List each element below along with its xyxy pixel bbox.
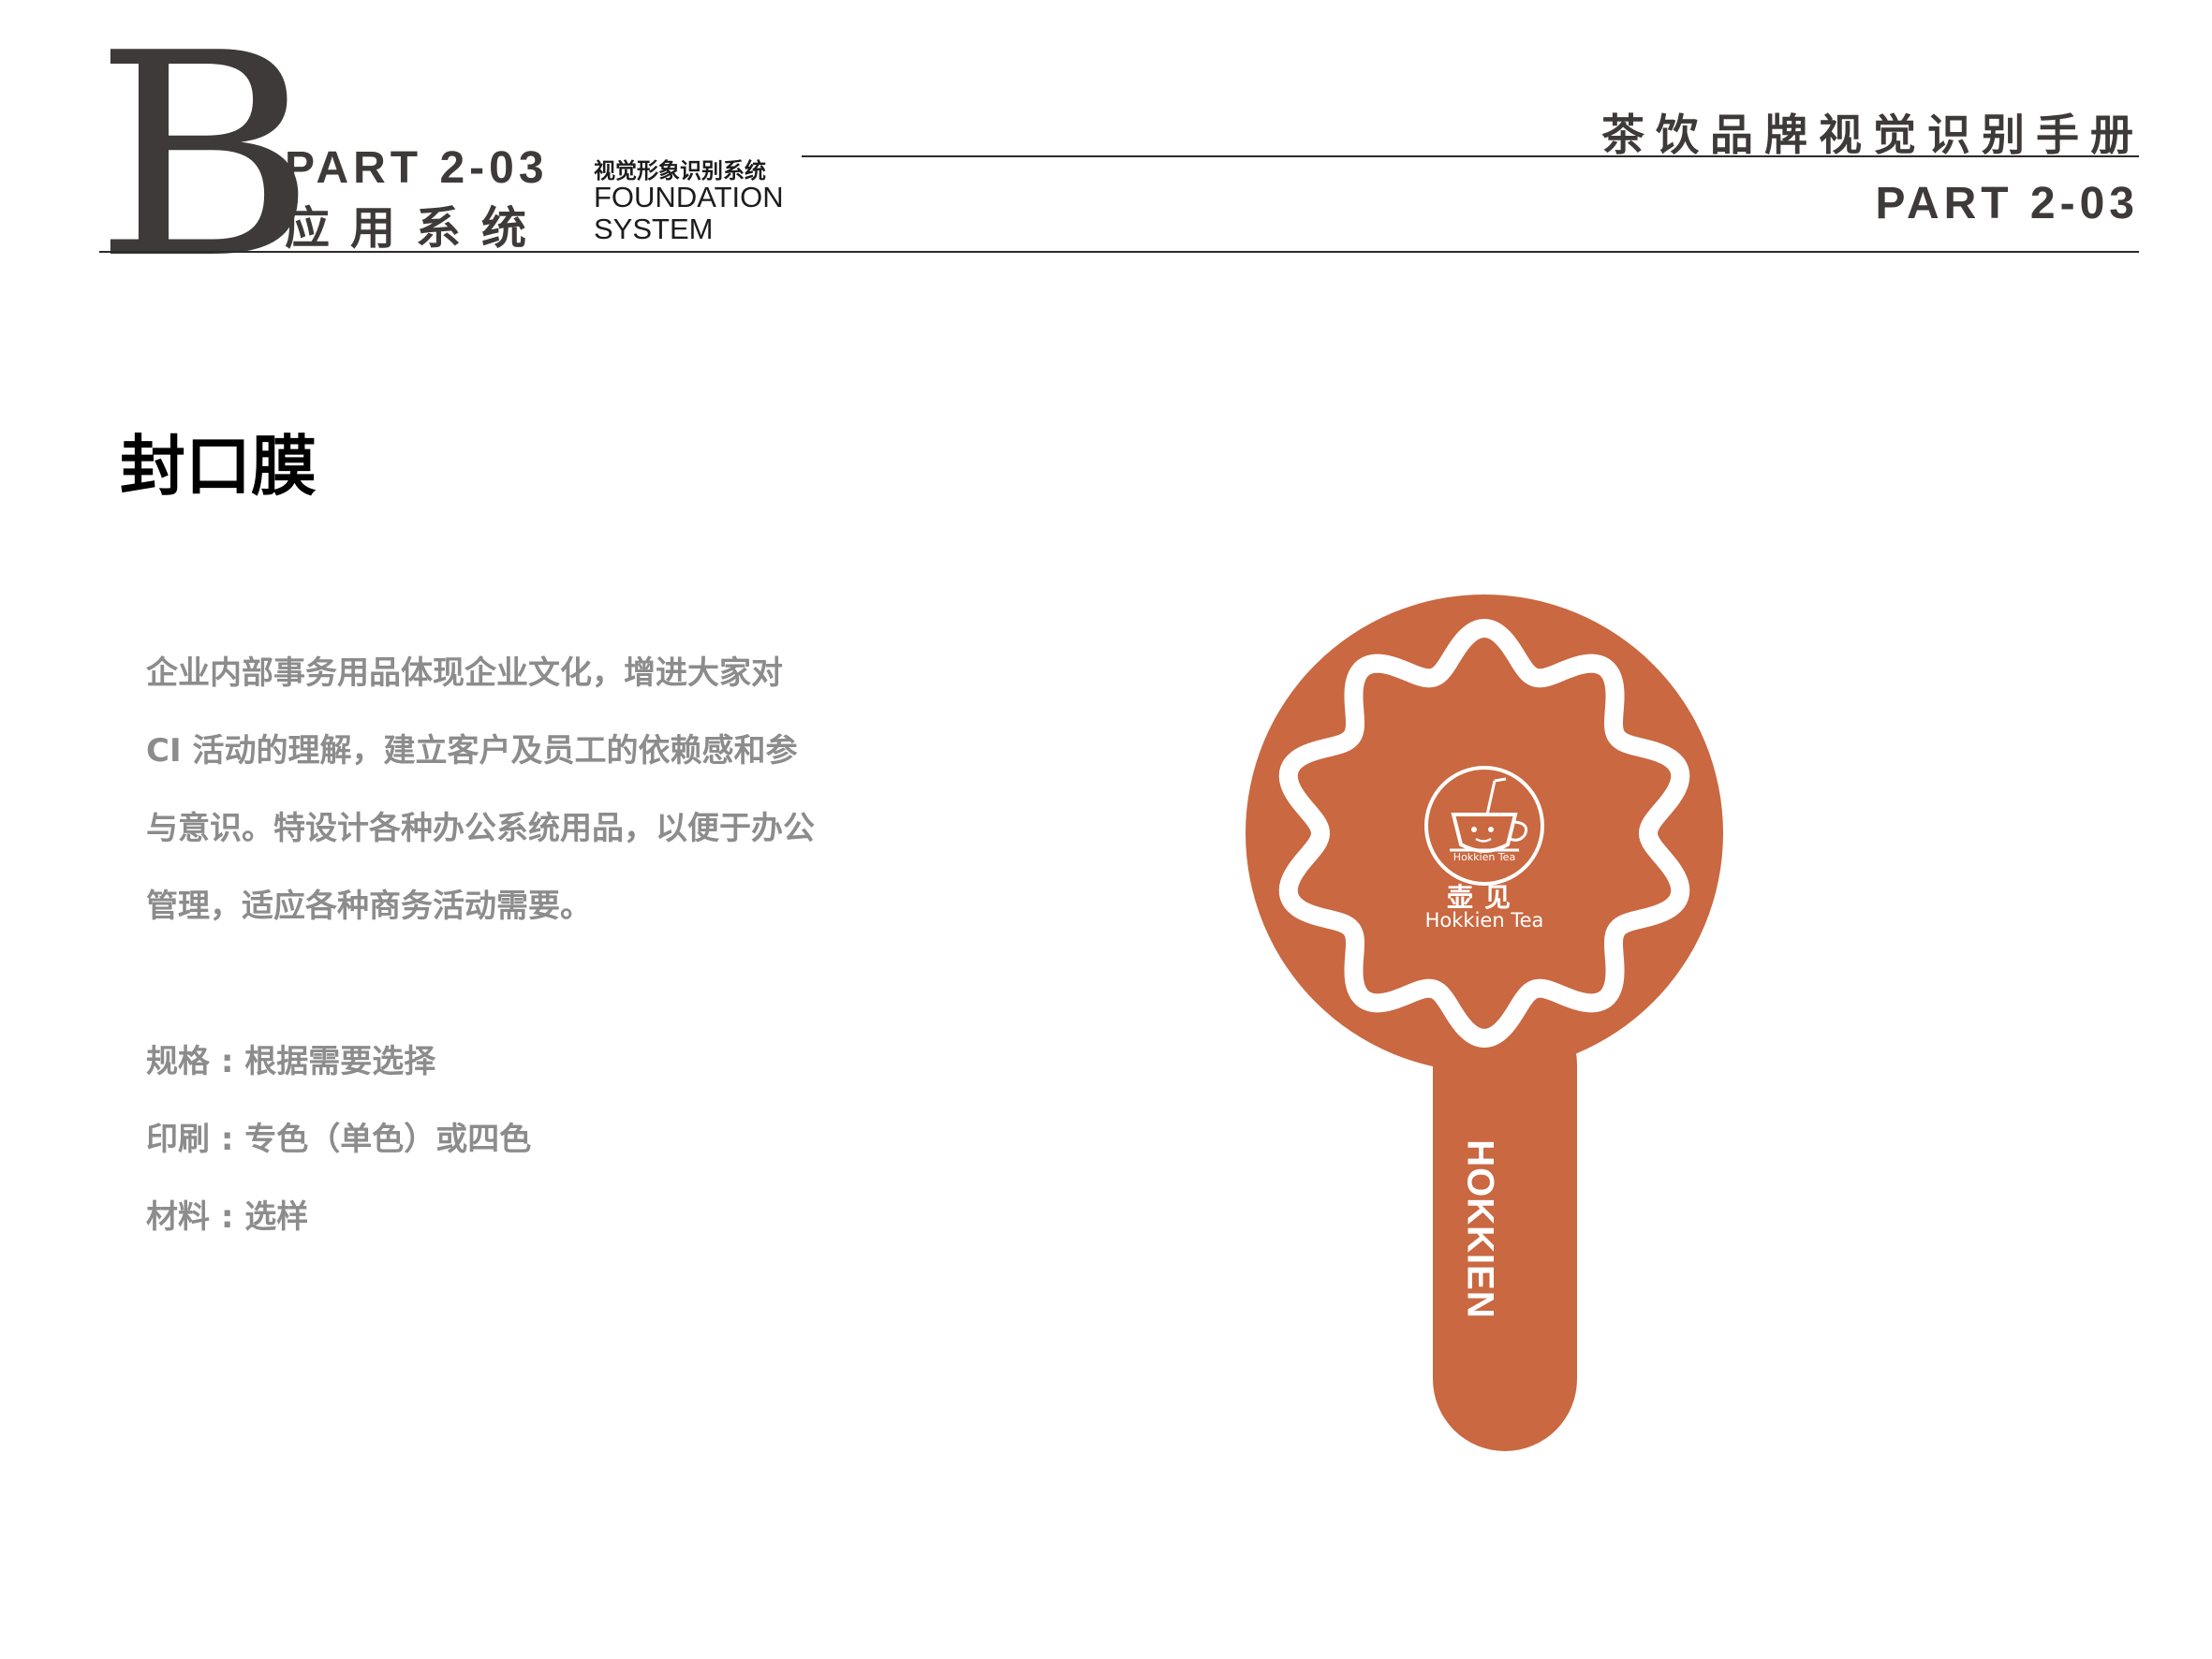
handle-brand-text: HOKKIEN	[1459, 1139, 1501, 1319]
subtitle-en-line2: SYSTEM	[594, 213, 714, 245]
logo-english-name: Hokkien Tea	[1424, 909, 1544, 932]
subtitle-en: FOUNDATION SYSTEM	[594, 182, 800, 245]
section-group-title: 应用系统	[285, 202, 548, 255]
description-paragraph: 企业内部事务用品体现企业文化，增进大家对 CI 活动的理解，建立客户及员工的依赖…	[146, 635, 923, 946]
subtitle-cn: 视觉形象识别系统	[594, 159, 766, 184]
description-line: 与意识。特设计各种办公系统用品，以便于办公	[146, 810, 815, 847]
part-code-right: PART 2-03	[1875, 179, 2139, 228]
spec-material: 材料 : 选样	[146, 1198, 309, 1236]
header-divider-bottom	[99, 251, 2139, 253]
subtitle-en-line1: FOUNDATION	[594, 181, 784, 213]
description-line: 企业内部事务用品体现企业文化，增进大家对	[146, 654, 783, 692]
spec-size: 规格 : 根据需要选择	[146, 1043, 436, 1080]
seal-film-illustration	[1246, 595, 1723, 1451]
manual-title: 茶饮品牌视觉识别手册	[1601, 110, 2145, 160]
logo-small-text: Hokkien Tea	[1453, 851, 1516, 863]
spec-printing: 印刷 : 专色（单色）或四色	[146, 1121, 532, 1158]
page-title: 封口膜	[120, 428, 317, 505]
part-code: PART 2-03	[285, 143, 549, 193]
section-letter: B	[94, 0, 317, 320]
description-line: CI 活动的理解，建立客户及员工的依赖感和参	[146, 732, 798, 770]
description-line: 管理，适应各种商务活动需要。	[146, 888, 592, 925]
